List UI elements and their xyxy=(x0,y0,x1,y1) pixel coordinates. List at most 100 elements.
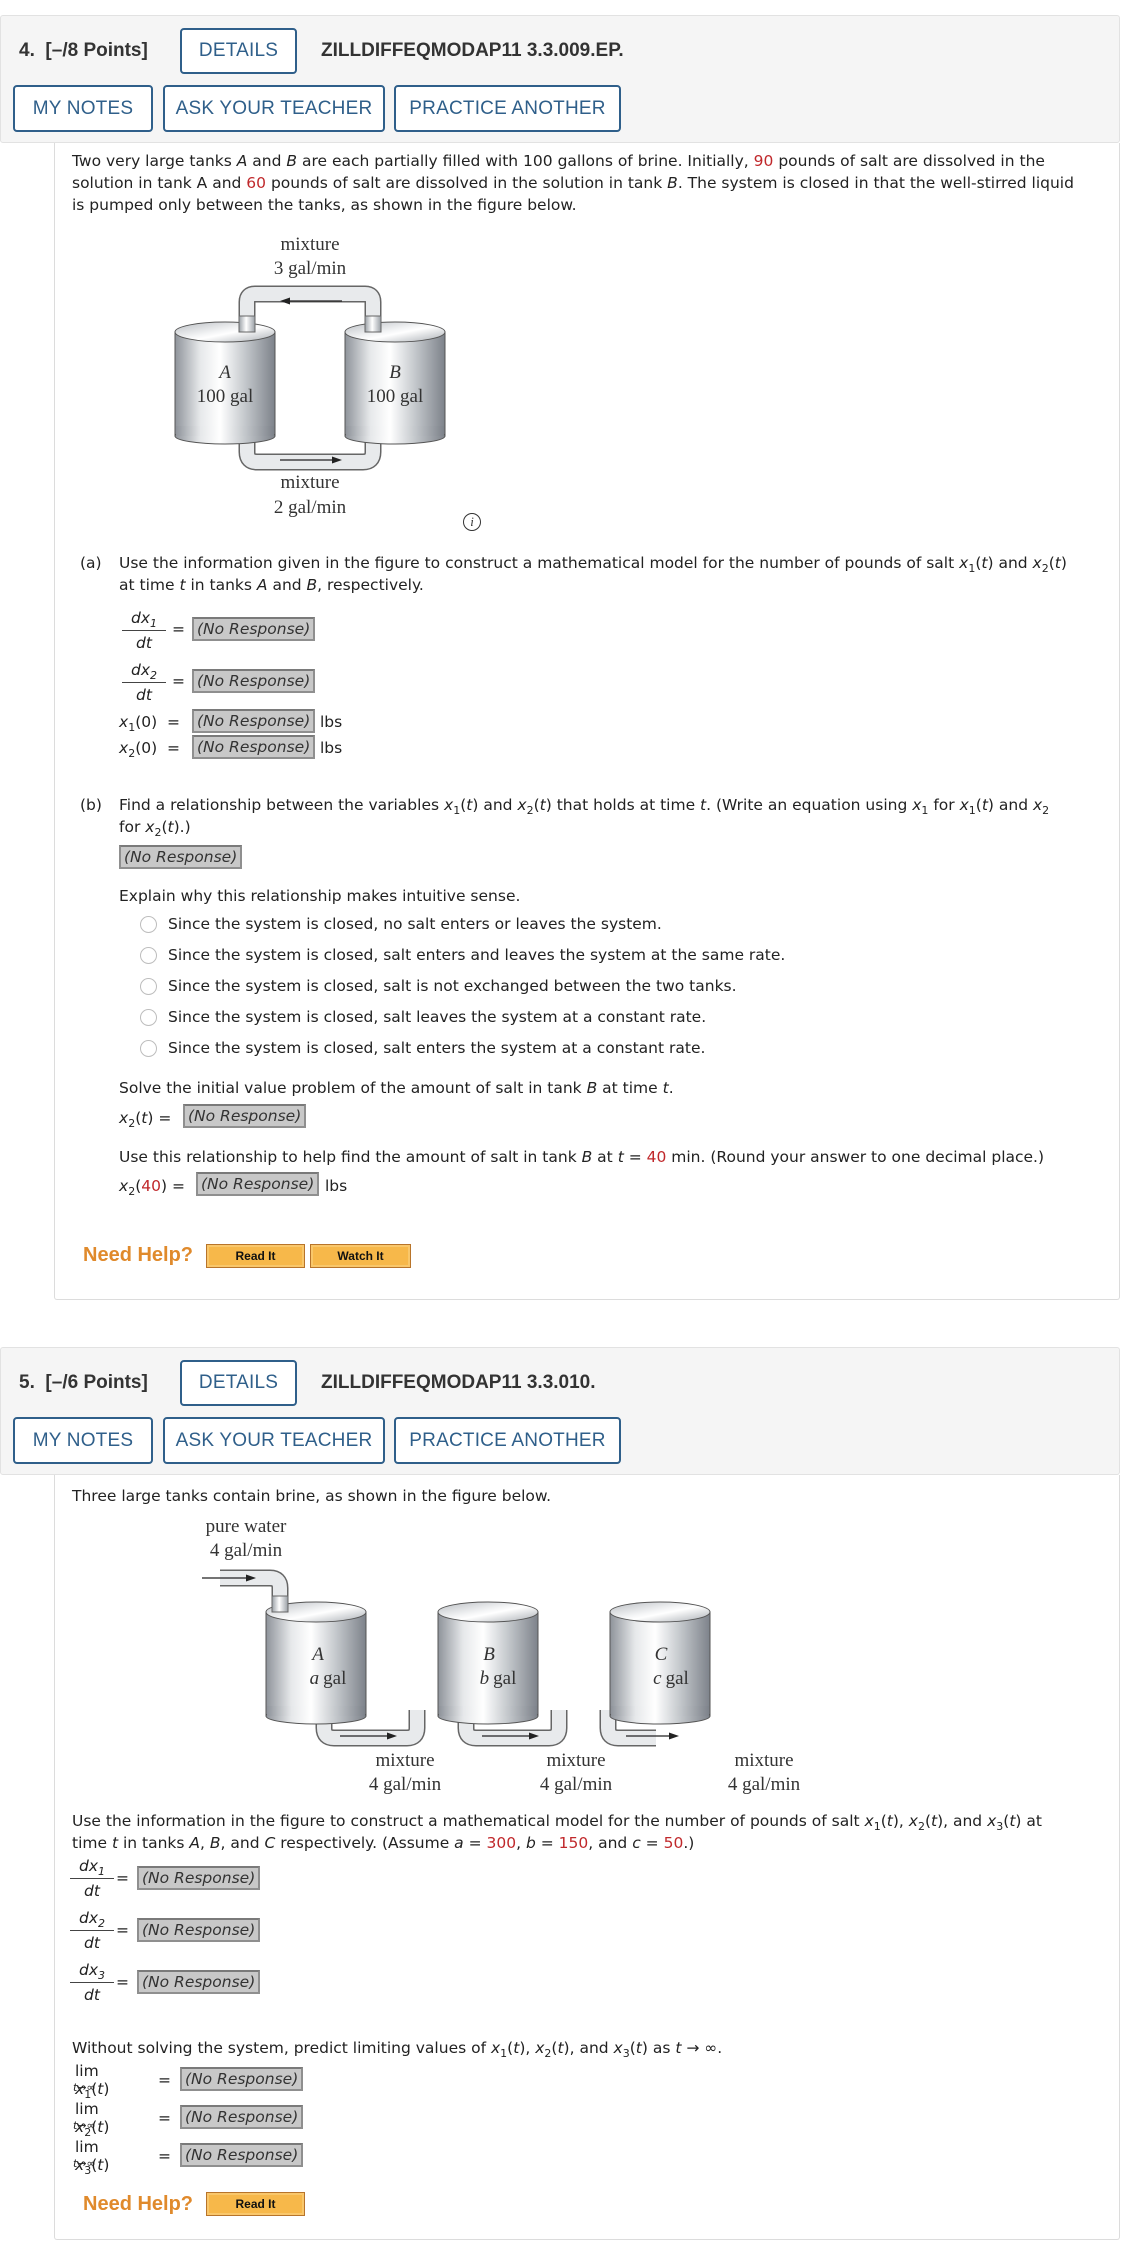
q5-flow-ab-rate: 4 gal/min xyxy=(369,1774,442,1795)
svg-text:B: B xyxy=(483,1644,495,1665)
q5-model-prompt: Use the information in the figure to con… xyxy=(72,1812,1042,1852)
q4-salt-b-value: 60 xyxy=(246,174,267,192)
q4-solve-prompt: Solve the initial value problem of the a… xyxy=(119,1079,674,1097)
q4-part-b-label: (b) xyxy=(80,796,102,814)
q4-bottom-flow-label: mixture xyxy=(280,472,339,493)
q5-inflow-label: pure water xyxy=(206,1516,287,1537)
q5-practice-another-button[interactable]: PRACTICE ANOTHER xyxy=(394,1417,621,1464)
q5-intro: Three large tanks contain brine, as show… xyxy=(72,1487,552,1505)
q5-read-it-button[interactable]: Read It xyxy=(206,2192,305,2216)
q4-relationship-answer[interactable]: (No Response) xyxy=(119,845,243,869)
q5-ask-teacher-button[interactable]: ASK YOUR TEACHER xyxy=(163,1417,385,1464)
q4-option-1[interactable]: Since the system is closed, no salt ente… xyxy=(140,915,662,933)
q4-top-flow-label: mixture xyxy=(280,234,339,255)
q4-problem-code: ZILLDIFFEQMODAP11 3.3.009.EP. xyxy=(321,40,624,61)
q4-tank-b: B 100 gal xyxy=(344,315,446,445)
equals-sign: = xyxy=(158,2147,171,2165)
q4-explain-prompt: Explain why this relationship makes intu… xyxy=(119,887,521,905)
q4-x2-unit: lbs xyxy=(320,739,343,757)
q4-option-5[interactable]: Since the system is closed, salt enters … xyxy=(140,1039,705,1057)
q5-outflow-label: mixture xyxy=(734,1750,793,1771)
q4-x2-40-unit: lbs xyxy=(325,1177,348,1195)
svg-text:100 gal: 100 gal xyxy=(197,386,253,407)
q4-header: 4. [–/8 Points] DETAILS ZILLDIFFEQMODAP1… xyxy=(0,15,1120,143)
q5-tank-c: C c gal xyxy=(609,1601,711,1725)
svg-text:B: B xyxy=(389,362,401,383)
equals-sign: = xyxy=(116,1869,129,1887)
q5-inflow-rate: 4 gal/min xyxy=(210,1540,283,1561)
q4-x2-40-label: x2(40) = xyxy=(119,1177,185,1198)
q4-practice-another-button[interactable]: PRACTICE ANOTHER xyxy=(394,85,621,132)
q5-limit-x3-answer[interactable]: (No Response) xyxy=(180,2143,304,2167)
q4-x2-initial-label: x2(0) = xyxy=(119,739,181,760)
q5-dx1-dt: dx1 dt xyxy=(66,1856,118,1901)
q4-dx2-answer[interactable]: (No Response) xyxy=(192,669,316,693)
q5-flow-ab-label: mixture xyxy=(375,1750,434,1771)
q5-dx1-answer[interactable]: (No Response) xyxy=(137,1866,261,1890)
q5-a-value: 300 xyxy=(486,1834,517,1852)
q5-flow-bc-rate: 4 gal/min xyxy=(540,1774,613,1795)
q4-tank-figure: mixture 3 gal/min A 100 gal B 100 gal mi… xyxy=(174,234,446,518)
svg-text:agal: a gal xyxy=(310,1668,347,1689)
q4-use-relationship-prompt: Use this relationship to help find the a… xyxy=(119,1148,1045,1166)
q4-part-b-prompt: Find a relationship between the variable… xyxy=(119,796,1050,839)
equals-sign: = xyxy=(158,2071,171,2089)
info-icon[interactable]: i xyxy=(463,513,481,531)
q4-top-flow-rate: 3 gal/min xyxy=(274,258,347,279)
q5-dx3-answer[interactable]: (No Response) xyxy=(137,1970,261,1994)
q4-option-3[interactable]: Since the system is closed, salt is not … xyxy=(140,977,737,995)
q5-c-value: 50 xyxy=(663,1834,684,1852)
svg-text:cgal: c gal xyxy=(653,1668,689,1689)
svg-text:C: C xyxy=(655,1644,668,1665)
q5-details-button[interactable]: DETAILS xyxy=(180,1360,297,1406)
equals-sign: = xyxy=(172,620,185,638)
q5-number: 5. [–/6 Points] xyxy=(19,1372,148,1393)
q4-option-2[interactable]: Since the system is closed, salt enters … xyxy=(140,946,785,964)
q4-intro: Two very large tanks A and B are each pa… xyxy=(72,152,1074,214)
q4-tank-a: A 100 gal xyxy=(174,315,276,445)
svg-text:100 gal: 100 gal xyxy=(367,386,423,407)
equals-sign: = xyxy=(116,1973,129,1991)
q4-part-a-label: (a) xyxy=(80,554,102,572)
radio-button[interactable] xyxy=(140,915,157,933)
q4-ask-teacher-button[interactable]: ASK YOUR TEACHER xyxy=(163,85,385,132)
q5-limit-x2-answer[interactable]: (No Response) xyxy=(180,2105,304,2129)
radio-button[interactable] xyxy=(140,977,157,995)
radio-button[interactable] xyxy=(140,1039,157,1057)
q5-limits-prompt: Without solving the system, predict limi… xyxy=(72,2039,723,2060)
q4-dx1-dt: dx1 dt xyxy=(118,608,170,653)
q5-dx2-dt: dx2 dt xyxy=(66,1908,118,1953)
q4-t-value: 40 xyxy=(646,1148,667,1166)
radio-button[interactable] xyxy=(140,946,157,964)
equals-sign: = xyxy=(172,672,185,690)
q4-option-4[interactable]: Since the system is closed, salt leaves … xyxy=(140,1008,706,1026)
radio-button[interactable] xyxy=(140,1008,157,1026)
q4-x2t-label: x2(t) = xyxy=(119,1109,172,1130)
equals-sign: = xyxy=(158,2109,171,2127)
q4-part-a-prompt: Use the information given in the figure … xyxy=(119,554,1067,594)
equals-sign: = xyxy=(116,1921,129,1939)
q4-watch-it-button[interactable]: Watch It xyxy=(310,1244,411,1268)
q4-dx1-answer[interactable]: (No Response) xyxy=(192,617,316,641)
q4-x2t-answer[interactable]: (No Response) xyxy=(183,1104,307,1128)
q5-b-value: 150 xyxy=(558,1834,589,1852)
q5-tank-figure: pure water 4 gal/min A a gal B b gal C c… xyxy=(202,1516,801,1795)
q4-x2-initial-answer[interactable]: (No Response) xyxy=(192,735,316,759)
q4-details-button[interactable]: DETAILS xyxy=(180,28,297,74)
q5-tank-a: A a gal xyxy=(265,1595,367,1725)
q4-read-it-button[interactable]: Read It xyxy=(206,1244,305,1268)
q4-need-help: Need Help? xyxy=(83,1244,194,1266)
q4-x1-initial-answer[interactable]: (No Response) xyxy=(192,709,316,733)
q4-bottom-flow-rate: 2 gal/min xyxy=(274,497,347,518)
q4-my-notes-button[interactable]: MY NOTES xyxy=(13,85,153,132)
q5-flow-bc-label: mixture xyxy=(546,1750,605,1771)
q5-dx3-dt: dx3 dt xyxy=(66,1960,118,2005)
q5-my-notes-button[interactable]: MY NOTES xyxy=(13,1417,153,1464)
q5-dx2-answer[interactable]: (No Response) xyxy=(137,1918,261,1942)
q4-x2-40-answer[interactable]: (No Response) xyxy=(196,1172,320,1196)
svg-text:A: A xyxy=(217,362,231,383)
q4-x1-initial-label: x1(0) = xyxy=(119,713,181,734)
q5-outflow-rate: 4 gal/min xyxy=(728,1774,801,1795)
q5-header: 5. [–/6 Points] DETAILS ZILLDIFFEQMODAP1… xyxy=(0,1347,1120,1475)
q5-limit-x1-answer[interactable]: (No Response) xyxy=(180,2067,304,2091)
